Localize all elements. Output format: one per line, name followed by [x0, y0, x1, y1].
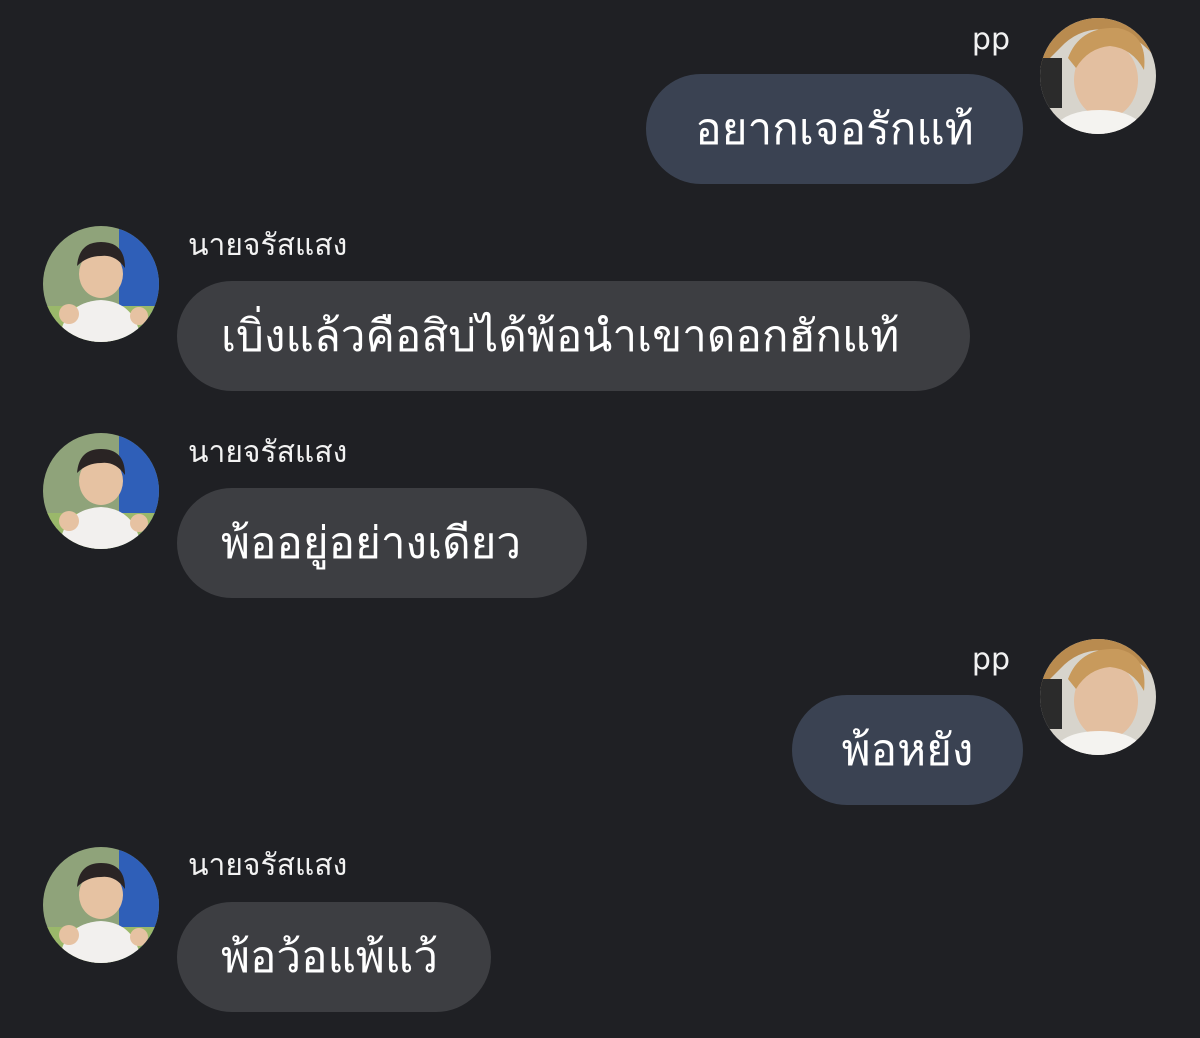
message-bubble-self[interactable]: พ้อหยัง — [792, 695, 1023, 805]
avatar-image — [43, 847, 159, 963]
sender-name: นายจรัสแสง — [188, 848, 348, 883]
avatar-self[interactable] — [1040, 18, 1156, 134]
sender-name: นายจรัสแสง — [188, 228, 348, 263]
avatar-image — [43, 226, 159, 342]
avatar-other[interactable] — [43, 433, 159, 549]
message-bubble-other[interactable]: เบิ่งแล้วคือสิบ่ได้พ้อนำเขาดอกฮักแท้ — [177, 281, 970, 391]
message-bubble-other[interactable]: พ้ออยู่อย่างเดียว — [177, 488, 587, 598]
message-bubble-self[interactable]: อยากเจอรักแท้ — [646, 74, 1023, 184]
avatar-image — [1040, 639, 1156, 755]
sender-name: pp — [971, 642, 1010, 677]
avatar-image — [1040, 18, 1156, 134]
sender-name: pp — [971, 22, 1010, 57]
avatar-self[interactable] — [1040, 639, 1156, 755]
avatar-other[interactable] — [43, 847, 159, 963]
sender-name: นายจรัสแสง — [188, 435, 348, 470]
message-bubble-other[interactable]: พ้อว้อแพ้แว้ — [177, 902, 491, 1012]
avatar-other[interactable] — [43, 226, 159, 342]
avatar-image — [43, 433, 159, 549]
